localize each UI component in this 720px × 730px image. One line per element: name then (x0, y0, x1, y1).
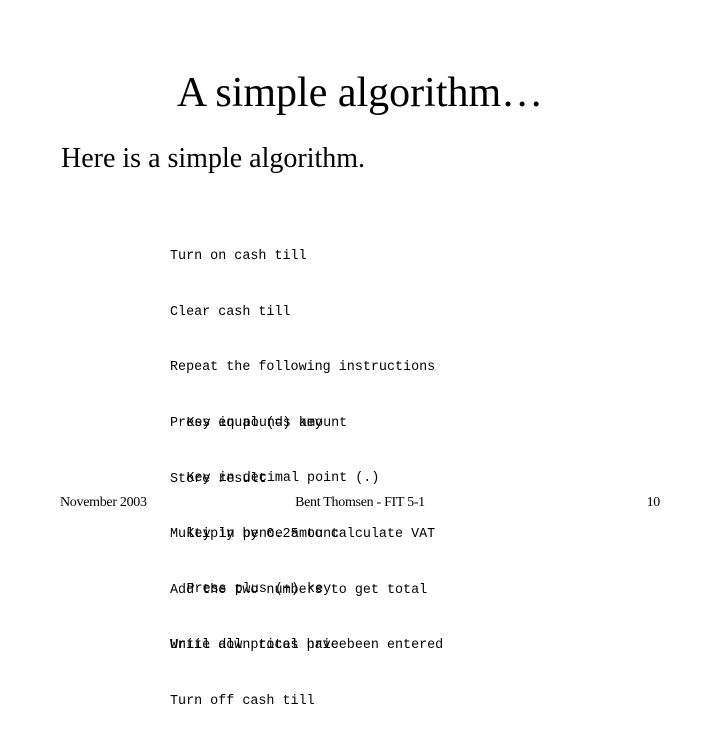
algorithm-line: Press equal (=) key (170, 416, 323, 431)
algorithm-block-finish: Press equal (=) key Store result Multipl… (170, 378, 435, 730)
algorithm-line: Turn off cash till (170, 693, 315, 709)
algorithm-line: Repeat the following instructions (170, 360, 436, 375)
intro-text: Here is a simple algorithm. (61, 143, 366, 174)
algorithm-line: Multiply by 0.25 to calculate VAT (170, 527, 436, 542)
footer-page-number: 10 (646, 495, 661, 510)
algorithm-line: Store result (170, 471, 267, 487)
algorithm-line: Add the two numbers to get total (170, 582, 428, 598)
algorithm-line: Clear cash till (170, 304, 291, 320)
algorithm-line: Write down total price (170, 638, 347, 653)
algorithm-line: Turn on cash till (170, 249, 307, 264)
footer-author: Bent Thomsen - FIT 5-1 (295, 495, 425, 510)
slide-title: A simple algorithm… (176, 70, 544, 116)
